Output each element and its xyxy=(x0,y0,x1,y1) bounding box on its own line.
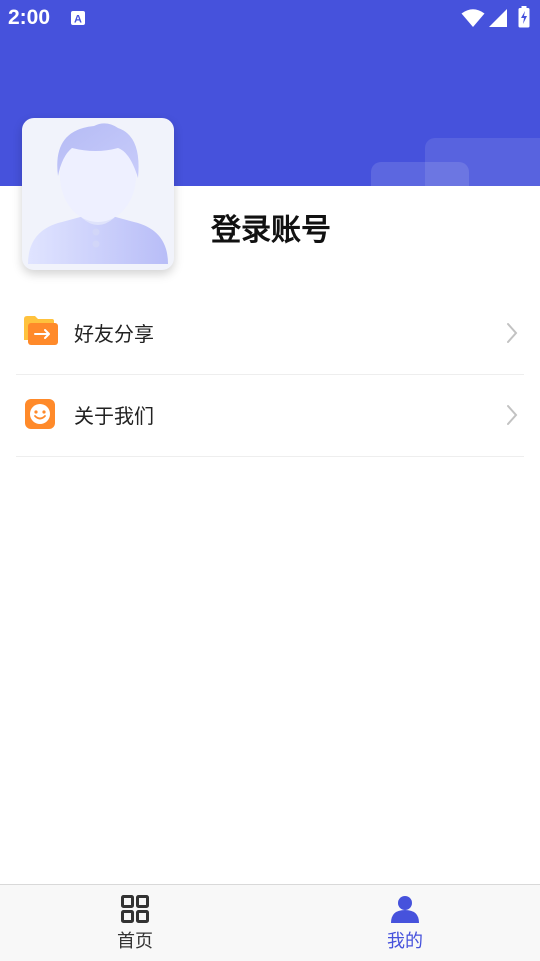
menu-item-label: 好友分享 xyxy=(74,322,154,346)
avatar[interactable] xyxy=(22,118,174,270)
bottom-navigation: 首页 我的 xyxy=(0,884,540,961)
chevron-right-icon xyxy=(506,322,518,348)
menu-item-share[interactable]: 好友分享 xyxy=(16,292,524,375)
user-icon xyxy=(391,895,419,927)
wifi-icon xyxy=(461,8,485,32)
menu-item-label: 关于我们 xyxy=(74,404,154,428)
tab-label: 首页 xyxy=(117,931,153,952)
menu-item-about[interactable]: 关于我们 xyxy=(16,374,524,457)
tab-home[interactable]: 首页 xyxy=(0,885,270,961)
login-account-link[interactable]: 登录账号 xyxy=(211,205,331,249)
battery-icon xyxy=(518,6,530,32)
signal-icon xyxy=(488,8,508,32)
header-decoration xyxy=(371,162,469,202)
tab-mine[interactable]: 我的 xyxy=(270,885,540,961)
notification-icon: A xyxy=(70,10,86,30)
status-bar: 2:00 A xyxy=(0,0,540,38)
share-folder-icon xyxy=(24,316,58,350)
chevron-right-icon xyxy=(506,404,518,430)
grid-icon xyxy=(121,895,149,927)
smiley-icon xyxy=(24,398,56,434)
tab-label: 我的 xyxy=(387,931,423,952)
svg-text:A: A xyxy=(74,14,82,26)
status-time: 2:00 xyxy=(8,6,51,29)
